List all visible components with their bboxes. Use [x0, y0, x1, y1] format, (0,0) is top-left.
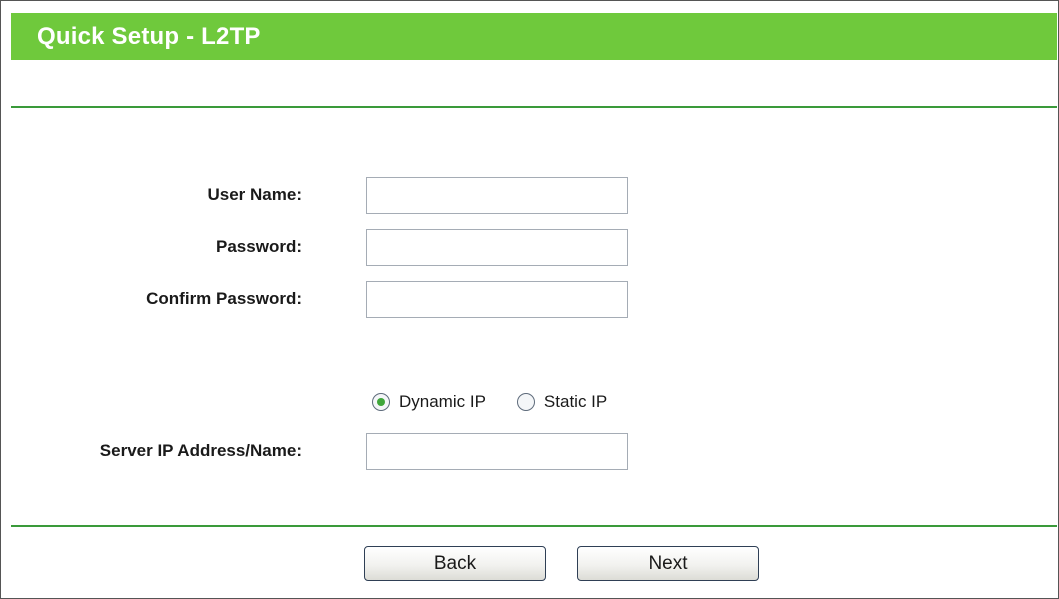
password-input[interactable]: [366, 229, 628, 266]
static-ip-option[interactable]: Static IP: [516, 392, 608, 412]
bottom-divider: [11, 525, 1057, 527]
dynamic-ip-label: Dynamic IP: [399, 392, 486, 411]
title-bar: Quick Setup - L2TP: [11, 13, 1057, 60]
ip-mode-radio-group: Dynamic IP Static IP: [372, 390, 607, 414]
server-ip-label: Server IP Address/Name:: [99, 441, 302, 460]
user-name-label: User Name:: [207, 185, 303, 204]
confirm-password-input[interactable]: [366, 281, 628, 318]
static-ip-radio[interactable]: [516, 393, 535, 411]
back-button[interactable]: Back: [364, 546, 546, 581]
top-divider: [11, 106, 1057, 108]
next-button[interactable]: Next: [577, 546, 759, 581]
password-label: Password:: [216, 237, 302, 256]
static-ip-label: Static IP: [543, 392, 608, 411]
dynamic-ip-radio[interactable]: [372, 393, 390, 411]
quick-setup-panel: Quick Setup - L2TP User Name: Password: …: [0, 0, 1059, 599]
user-name-input[interactable]: [366, 177, 628, 214]
page-title: Quick Setup - L2TP: [37, 23, 261, 50]
confirm-password-label: Confirm Password:: [146, 289, 302, 308]
dynamic-ip-option[interactable]: Dynamic IP: [372, 392, 486, 412]
server-ip-input[interactable]: [366, 433, 628, 470]
